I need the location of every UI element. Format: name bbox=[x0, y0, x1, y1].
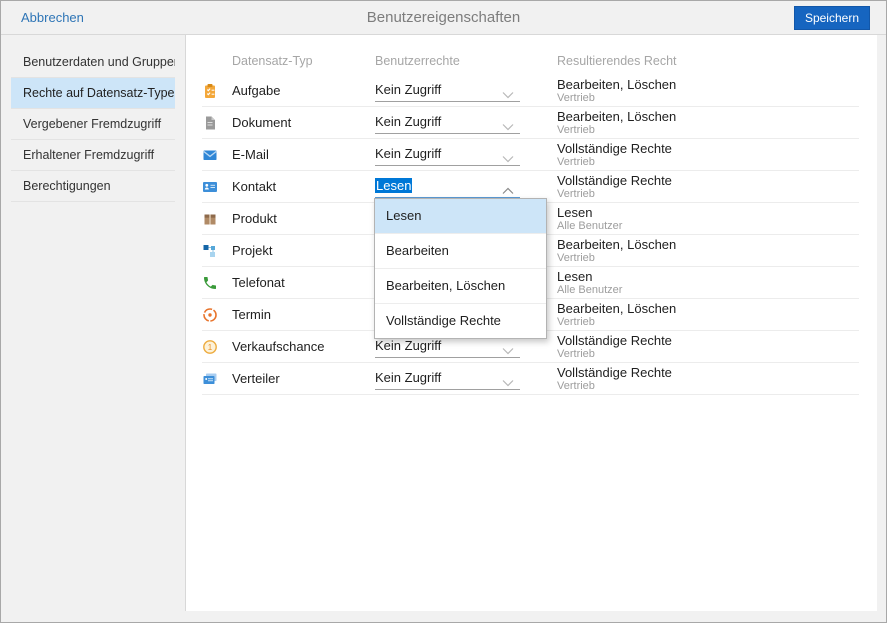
save-button[interactable]: Speichern bbox=[793, 6, 870, 30]
email-icon bbox=[202, 147, 218, 163]
task-icon bbox=[202, 83, 218, 99]
dropdown-underline bbox=[375, 101, 520, 102]
resulting-right-cell: Bearbeiten, Löschen Vertrieb bbox=[557, 237, 676, 265]
chevron-up-icon bbox=[502, 182, 514, 194]
resulting-right-value: Bearbeiten, Löschen bbox=[557, 109, 677, 124]
resulting-right-cell: Bearbeiten, Löschen Vertrieb bbox=[557, 77, 676, 105]
resulting-right-cell: Bearbeiten, Löschen Vertrieb bbox=[557, 301, 676, 329]
record-type-label: Produkt bbox=[232, 211, 277, 226]
resulting-right-cell: Vollständige Rechte Vertrieb bbox=[557, 333, 672, 361]
sidebar-item-2[interactable]: Rechte auf Datensatz-Typen bbox=[11, 78, 175, 109]
phone-icon bbox=[202, 275, 218, 291]
resulting-right-source: Alle Benutzer bbox=[557, 220, 623, 232]
chevron-down-icon bbox=[502, 374, 514, 387]
dropdown-underline bbox=[375, 133, 520, 134]
dropdown-option[interactable]: Vollständige Rechte bbox=[375, 304, 546, 338]
resulting-right-value: Vollständige Rechte bbox=[557, 173, 672, 188]
table-row: Verteiler Kein Zugriff Vollständige Rechte… bbox=[186, 363, 877, 395]
product-icon bbox=[202, 211, 218, 227]
resulting-right-source: Vertrieb bbox=[557, 316, 595, 328]
dropdown-underline bbox=[375, 389, 520, 390]
dropdown-value: Kein Zugriff bbox=[375, 114, 442, 129]
resulting-right-value: Lesen bbox=[557, 269, 593, 284]
record-type-label: Verkaufschance bbox=[232, 339, 325, 354]
dropdown-option[interactable]: Lesen bbox=[375, 199, 546, 234]
resulting-right-source: Vertrieb bbox=[557, 252, 595, 264]
resulting-right-cell: Lesen Alle Benutzer bbox=[557, 269, 622, 297]
column-header-resulting-right: Resultierendes Recht bbox=[557, 54, 677, 68]
chevron-down-icon bbox=[502, 150, 514, 163]
record-type-label: Kontakt bbox=[232, 179, 277, 194]
dropdown-value: Kein Zugriff bbox=[375, 338, 442, 353]
dropdown-underline bbox=[375, 165, 520, 166]
resulting-right-value: Vollständige Rechte bbox=[557, 141, 672, 156]
resulting-right-source: Vertrieb bbox=[557, 124, 595, 136]
dropdown-underline bbox=[375, 357, 520, 358]
user-rights-dropdown[interactable]: Kein Zugriff bbox=[375, 107, 520, 139]
dropdown-selected-text: Lesen bbox=[375, 178, 413, 193]
dropdown-value: Kein Zugriff bbox=[375, 370, 442, 385]
sidebar-item-5[interactable]: Berechtigungen bbox=[11, 171, 175, 202]
dropdown-value: Kein Zugriff bbox=[375, 146, 442, 161]
svg-text:1: 1 bbox=[208, 343, 213, 352]
resulting-right-source: Vertrieb bbox=[557, 348, 595, 360]
record-type-label: Termin bbox=[232, 307, 272, 322]
record-type-label: Aufgabe bbox=[232, 83, 281, 98]
sidebar-item-3[interactable]: Vergebener Fremdzugriff bbox=[11, 109, 175, 140]
chevron-down-icon bbox=[502, 86, 514, 99]
appointment-icon bbox=[202, 307, 218, 323]
opportunity-icon: 1 bbox=[202, 339, 218, 355]
user-rights-dropdown[interactable]: Kein Zugriff bbox=[375, 139, 520, 171]
cancel-button[interactable]: Abbrechen bbox=[21, 10, 84, 25]
sidebar-item-1[interactable]: Benutzerdaten und Gruppen bbox=[11, 47, 175, 78]
resulting-right-cell: Bearbeiten, Löschen Vertrieb bbox=[557, 109, 676, 137]
sidebar-item-4[interactable]: Erhaltener Fremdzugriff bbox=[11, 140, 175, 171]
column-header-user-rights: Benutzerrechte bbox=[375, 54, 460, 68]
record-type-label: E-Mail bbox=[232, 147, 269, 162]
user-rights-dropdown[interactable]: Kein Zugriff bbox=[375, 75, 520, 107]
dropdown-option[interactable]: Bearbeiten, Löschen bbox=[375, 269, 546, 304]
user-rights-dropdown-menu: Lesen Bearbeiten Bearbeiten, Löschen Vollst… bbox=[374, 198, 547, 339]
resulting-right-value: Vollständige Rechte bbox=[557, 365, 672, 380]
dropdown-value: Kein Zugriff bbox=[375, 82, 442, 97]
resulting-right-source: Vertrieb bbox=[557, 156, 595, 168]
document-icon bbox=[202, 115, 218, 131]
contact-icon bbox=[202, 179, 218, 195]
resulting-right-source: Alle Benutzer bbox=[557, 284, 623, 296]
resulting-right-source: Vertrieb bbox=[557, 188, 595, 200]
record-type-label: Dokument bbox=[232, 115, 292, 130]
dropdown-value: Lesen bbox=[375, 178, 413, 193]
table-row: Dokument Kein Zugriff Bearbeiten, Löschen V… bbox=[186, 107, 877, 139]
resulting-right-value: Bearbeiten, Löschen bbox=[557, 77, 677, 92]
resulting-right-value: Bearbeiten, Löschen bbox=[557, 301, 677, 316]
user-rights-dropdown[interactable]: Kein Zugriff bbox=[375, 363, 520, 395]
dialog-header: Abbrechen Benutzereigenschaften Speicher… bbox=[1, 1, 886, 35]
chevron-down-icon bbox=[502, 342, 514, 355]
dropdown-option[interactable]: Bearbeiten bbox=[375, 234, 546, 269]
resulting-right-value: Lesen bbox=[557, 205, 593, 220]
page-title: Benutzereigenschaften bbox=[366, 9, 521, 26]
record-type-label: Projekt bbox=[232, 243, 273, 258]
table-row: Aufgabe Kein Zugriff Bearbeiten, Löschen Ve… bbox=[186, 75, 877, 107]
resulting-right-cell: Vollständige Rechte Vertrieb bbox=[557, 365, 672, 393]
resulting-right-source: Vertrieb bbox=[557, 380, 595, 392]
resulting-right-value: Vollständige Rechte bbox=[557, 333, 672, 348]
record-type-label: Telefonat bbox=[232, 275, 285, 290]
sidebar: Benutzerdaten und Gruppen Rechte auf Date… bbox=[1, 35, 185, 622]
project-icon bbox=[202, 243, 218, 259]
table-row: E-Mail Kein Zugriff Vollständige Rechte Ver… bbox=[186, 139, 877, 171]
chevron-down-icon bbox=[502, 118, 514, 131]
column-header-record-type: Datensatz-Typ bbox=[232, 54, 313, 68]
resulting-right-cell: Vollständige Rechte Vertrieb bbox=[557, 141, 672, 169]
distribution-icon bbox=[202, 371, 218, 387]
resulting-right-cell: Vollständige Rechte Vertrieb bbox=[557, 173, 672, 201]
resulting-right-cell: Lesen Alle Benutzer bbox=[557, 205, 622, 233]
resulting-right-source: Vertrieb bbox=[557, 92, 595, 104]
row-separator bbox=[202, 394, 859, 395]
table-header: Datensatz-Typ Benutzerrechte Resultieren… bbox=[186, 35, 877, 75]
record-type-label: Verteiler bbox=[232, 371, 280, 386]
resulting-right-value: Bearbeiten, Löschen bbox=[557, 237, 677, 252]
user-properties-dialog: Abbrechen Benutzereigenschaften Speicher… bbox=[0, 0, 887, 623]
